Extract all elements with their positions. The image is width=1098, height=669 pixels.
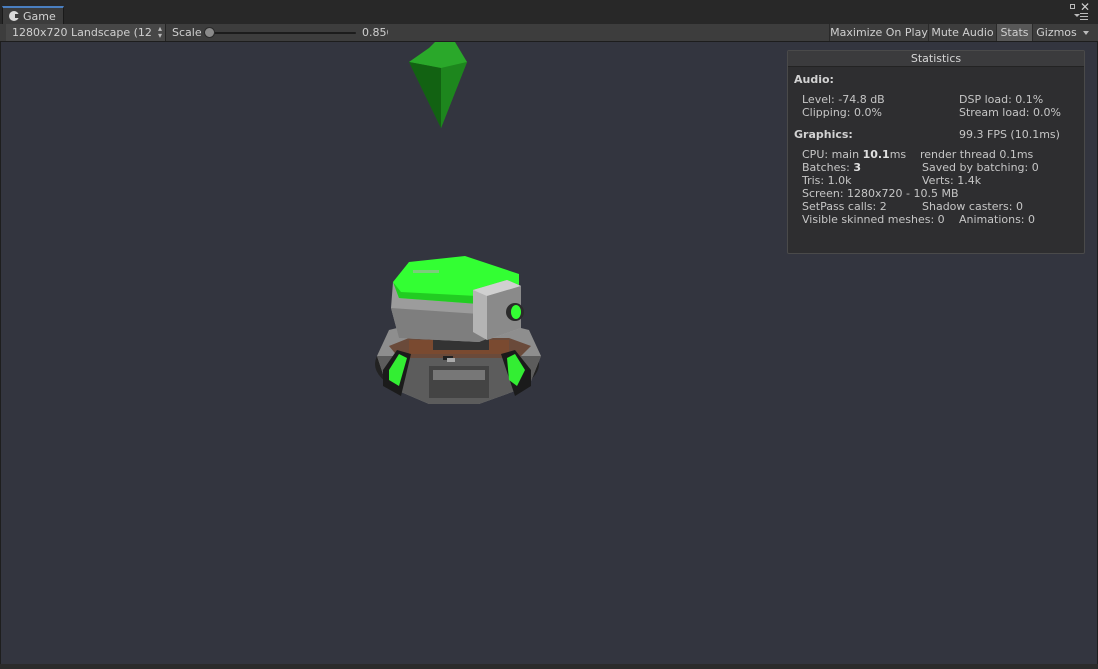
scale-slider-thumb[interactable] [204,27,215,38]
dropdown-arrow-icon: ▴ ▾ [157,24,162,40]
tab-bar: Game ✕ [0,0,1098,25]
game-toolbar: 1280x720 Landscape (1280x720) ▴▾ Scale 0… [0,24,1098,42]
batches: Batches: 3 [802,161,861,174]
render-thread: render thread 0.1ms [920,148,1034,161]
mute-audio-label: Mute Audio [931,26,994,39]
saved-by-batching: Saved by batching: 0 [922,161,1039,174]
green-crystal [409,42,467,128]
tab-game-label: Game [23,9,56,23]
close-icon[interactable]: ✕ [1080,1,1090,13]
resolution-dropdown[interactable]: 1280x720 Landscape (1280x720) ▴▾ [6,24,166,41]
gizmos-dropdown[interactable]: Gizmos [1032,24,1092,41]
screen-info: Screen: 1280x720 - 10.5 MB [802,187,959,200]
shadow-casters: Shadow casters: 0 [922,200,1023,213]
stats-button[interactable]: Stats [996,24,1032,41]
chevron-down-icon [1082,30,1089,35]
gizmos-label: Gizmos [1036,26,1077,39]
clipping: Clipping: 0.0% [802,106,882,119]
audio-heading: Audio: [794,73,834,86]
statistics-panel: Statistics Audio: Level: -74.8 dB DSP lo… [787,50,1085,254]
fps: 99.3 FPS (10.1ms) [959,128,1060,141]
maximize-icon[interactable] [1070,4,1075,9]
statistics-title: Statistics [788,51,1084,67]
maximize-on-play-button[interactable]: Maximize On Play [829,24,928,41]
scale-slider-track[interactable] [206,32,356,34]
tab-game[interactable]: Game [2,6,64,24]
animations: Animations: 0 [959,213,1036,226]
scale-value: 0.856 [362,26,388,39]
stream-load: Stream load: 0.0% [959,106,1061,119]
audio-level: Level: -74.8 dB [802,93,885,106]
stats-label: Stats [1000,26,1029,39]
game-tab-icon [9,11,20,21]
scale-label: Scale [172,26,202,39]
maximize-on-play-label: Maximize On Play [830,26,928,39]
window-controls: ✕ [1068,1,1090,22]
panel-menu-icon[interactable] [1074,12,1088,20]
graphics-heading: Graphics: [794,128,853,141]
visible-skinned-meshes: Visible skinned meshes: 0 [802,213,945,226]
mute-audio-button[interactable]: Mute Audio [928,24,996,41]
turret-model [375,256,541,404]
setpass-calls: SetPass calls: 2 [802,200,887,213]
tris: Tris: 1.0k [802,174,852,187]
verts: Verts: 1.4k [922,174,982,187]
resolution-value: 1280x720 Landscape (1280x720) [12,26,152,39]
dsp-load: DSP load: 0.1% [959,93,1044,106]
bottom-border [0,664,1098,669]
cpu-main: CPU: main 10.1ms [802,148,907,161]
